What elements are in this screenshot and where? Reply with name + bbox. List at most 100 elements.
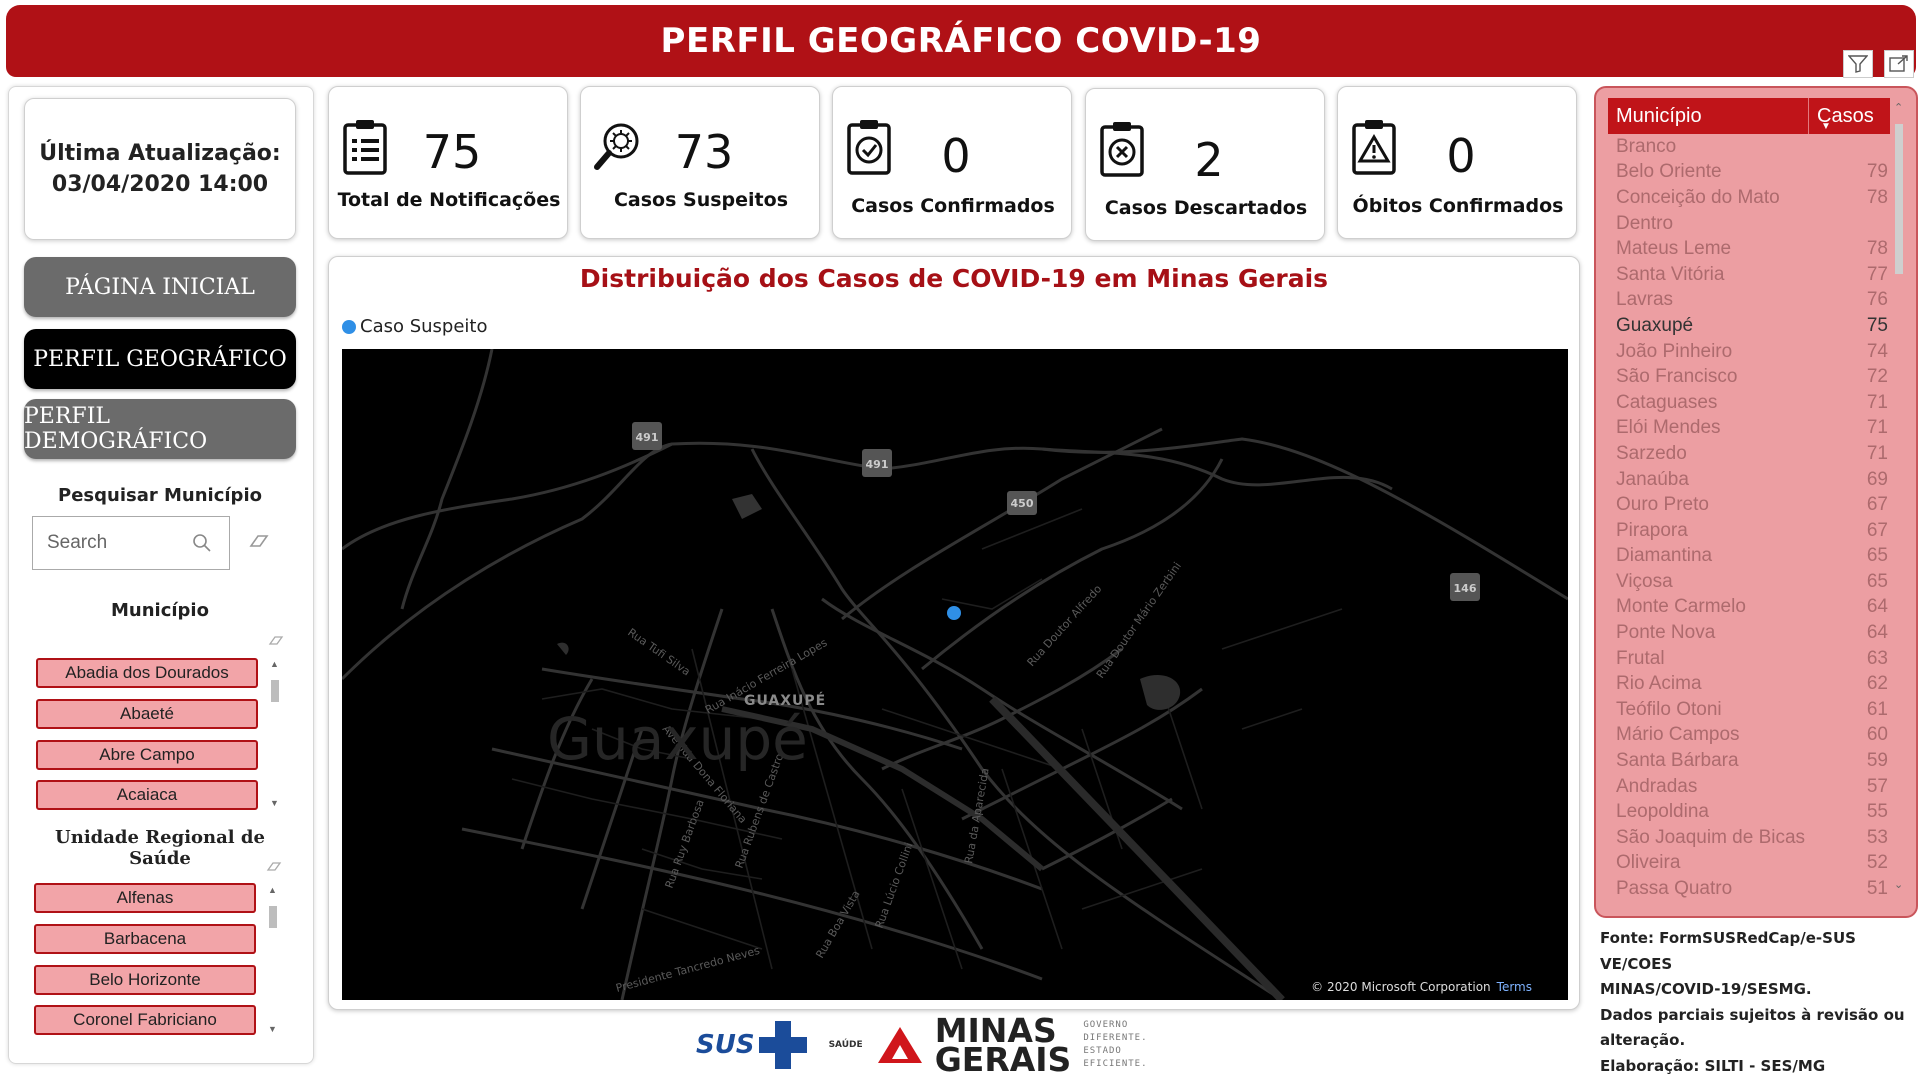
- slicer-item-label: Abadia dos Dourados: [65, 663, 229, 682]
- urs-slicer-item[interactable]: Belo Horizonte: [34, 965, 256, 995]
- nav-button-home[interactable]: PÁGINA INICIAL: [24, 257, 296, 317]
- kpi-value: 0: [1446, 129, 1476, 183]
- table-row[interactable]: Elói Mendes 71: [1608, 416, 1892, 442]
- kpi-label: Casos Confirmados: [851, 195, 1055, 217]
- kpi-card-obitos: 0 Óbitos Confirmados: [1337, 86, 1577, 239]
- urs-scrollbar[interactable]: ▲ ▼: [266, 886, 280, 1034]
- table-scrollbar[interactable]: ⌃ ⌄: [1892, 100, 1908, 891]
- municipio-slicer-item[interactable]: Abaeté: [36, 699, 258, 729]
- urs-slicer-item[interactable]: Alfenas: [34, 883, 256, 913]
- legend-dot-icon: [342, 319, 356, 334]
- nav-button-geographic[interactable]: PERFIL GEOGRÁFICO: [24, 329, 296, 389]
- terms-link[interactable]: Terms: [1497, 980, 1532, 994]
- table-row[interactable]: São Francisco 72: [1608, 364, 1892, 390]
- legend-label: Caso Suspeito: [360, 316, 488, 337]
- nav-label: PÁGINA INICIAL: [65, 274, 255, 300]
- column-header-municipio[interactable]: Município: [1608, 105, 1808, 128]
- eraser-icon[interactable]: [248, 532, 270, 550]
- case-marker[interactable]: [947, 606, 961, 620]
- table-row[interactable]: Branco: [1608, 134, 1892, 160]
- cell-casos: 59: [1866, 750, 1888, 772]
- table-row[interactable]: João Pinheiro 74: [1608, 339, 1892, 365]
- cell-casos: 77: [1866, 263, 1888, 285]
- kpi-card-descartados: 2 Casos Descartados: [1085, 88, 1325, 241]
- street-label: Rua Doutor Alfredo: [1025, 582, 1105, 669]
- table-row[interactable]: Conceição do Mato 78: [1608, 185, 1892, 211]
- cell-municipio: Dentro: [1616, 212, 1674, 234]
- street-label: Rua Doutor Mário Zerbini: [1094, 560, 1184, 681]
- table-row[interactable]: Andradas 57: [1608, 774, 1892, 800]
- table-row[interactable]: Santa Vitória 77: [1608, 262, 1892, 288]
- cell-municipio: Oliveira: [1616, 852, 1681, 874]
- map-view[interactable]: 491 491 450 146 Rua Tufi Silva Rua Ináci…: [342, 349, 1568, 1000]
- table-row[interactable]: São Joaquim de Bicas 53: [1608, 825, 1892, 851]
- table-row[interactable]: Mário Campos 60: [1608, 723, 1892, 749]
- clipboard-list-icon: [343, 120, 387, 175]
- cell-municipio: Teófilo Otoni: [1616, 698, 1722, 720]
- cell-casos: 67: [1866, 519, 1888, 541]
- table-row[interactable]: Ponte Nova 64: [1608, 620, 1892, 646]
- clipboard-x-icon: [1100, 122, 1144, 177]
- table-row[interactable]: Janaúba 69: [1608, 467, 1892, 493]
- search-input[interactable]: Search: [32, 516, 230, 570]
- table-row[interactable]: Ouro Preto 67: [1608, 492, 1892, 518]
- cell-municipio: Viçosa: [1616, 570, 1673, 592]
- municipio-slicer-item[interactable]: Acaiaca: [36, 780, 258, 810]
- table-body[interactable]: Branco Belo Oriente 79 Conceição do Mato 78 D…: [1608, 134, 1892, 910]
- cell-municipio: Mateus Leme: [1616, 238, 1732, 260]
- search-title: Pesquisar Município: [58, 485, 262, 506]
- search-icon: [193, 534, 211, 552]
- source-line: Dados parciais sujeitos à revisão ou: [1600, 1005, 1905, 1024]
- road-shield-491: 491: [866, 458, 889, 471]
- table-header: Município Casos ▼: [1608, 98, 1890, 134]
- column-header-casos[interactable]: Casos ▼: [1808, 98, 1890, 134]
- table-row[interactable]: Belo Oriente 79: [1608, 160, 1892, 186]
- urs-slicer-item[interactable]: Barbacena: [34, 924, 256, 954]
- table-row[interactable]: Lavras 76: [1608, 288, 1892, 314]
- street-label: Rua Tufi Silva: [625, 626, 692, 679]
- table-row[interactable]: Santa Bárbara 59: [1608, 748, 1892, 774]
- urs-slicer-item[interactable]: Coronel Fabriciano: [34, 1005, 256, 1035]
- cell-casos: 78: [1866, 238, 1888, 260]
- table-row[interactable]: Diamantina 65: [1608, 544, 1892, 570]
- cell-municipio: Monte Carmelo: [1616, 596, 1746, 618]
- table-row[interactable]: Cataguases 71: [1608, 390, 1892, 416]
- table-row[interactable]: Guaxupé 75: [1608, 313, 1892, 339]
- cell-municipio: Ponte Nova: [1616, 622, 1716, 644]
- municipio-scrollbar[interactable]: ▲ ▼: [268, 660, 282, 808]
- clear-selection-icon[interactable]: [268, 634, 284, 648]
- kpi-card-notificacoes: 75 Total de Notificações: [328, 86, 568, 239]
- table-row[interactable]: Teófilo Otoni 61: [1608, 697, 1892, 723]
- cell-municipio: Branco: [1616, 135, 1677, 157]
- filter-icon[interactable]: [1843, 50, 1873, 78]
- urs-slicer-title: Unidade Regional de Saúde: [55, 827, 265, 869]
- last-update-card: Última Atualização: 03/04/2020 14:00: [24, 98, 296, 240]
- nav-button-demographic[interactable]: PERFIL DEMOGRÁFICO: [24, 399, 296, 459]
- cell-casos: 64: [1866, 622, 1888, 644]
- municipio-slicer-item[interactable]: Abre Campo: [36, 740, 258, 770]
- cell-casos: 62: [1866, 673, 1888, 695]
- expand-icon[interactable]: [1884, 50, 1914, 78]
- table-row[interactable]: Dentro: [1608, 211, 1892, 237]
- table-row[interactable]: Oliveira 52: [1608, 851, 1892, 877]
- table-row[interactable]: Rio Acima 62: [1608, 671, 1892, 697]
- table-row[interactable]: Passa Quatro 51: [1608, 876, 1892, 902]
- table-row[interactable]: Frutal 63: [1608, 646, 1892, 672]
- table-row[interactable]: Viçosa 65: [1608, 569, 1892, 595]
- municipio-slicer-item[interactable]: Abadia dos Dourados: [36, 658, 258, 688]
- table-row[interactable]: Pirapora 67: [1608, 518, 1892, 544]
- table-row[interactable]: Mateus Leme 78: [1608, 236, 1892, 262]
- cell-municipio: Mário Campos: [1616, 724, 1740, 746]
- slicer-item-label: Barbacena: [103, 929, 187, 948]
- clear-selection-icon[interactable]: [266, 860, 282, 874]
- table-row[interactable]: Sarzedo 71: [1608, 441, 1892, 467]
- cell-municipio: São Joaquim de Bicas: [1616, 826, 1806, 848]
- cell-municipio: Cataguases: [1616, 391, 1718, 413]
- source-note: Fonte: FormSUSRedCap/e-SUS VE/COES MINAS…: [1600, 926, 1918, 1079]
- table-row[interactable]: Leopoldina 55: [1608, 799, 1892, 825]
- table-row[interactable]: Monte Carmelo 64: [1608, 595, 1892, 621]
- road-shield-450: 450: [1011, 497, 1034, 510]
- map-legend: Caso Suspeito: [342, 316, 488, 337]
- slicer-item-label: Abre Campo: [99, 745, 195, 764]
- cell-municipio: Passa Quatro: [1616, 878, 1733, 900]
